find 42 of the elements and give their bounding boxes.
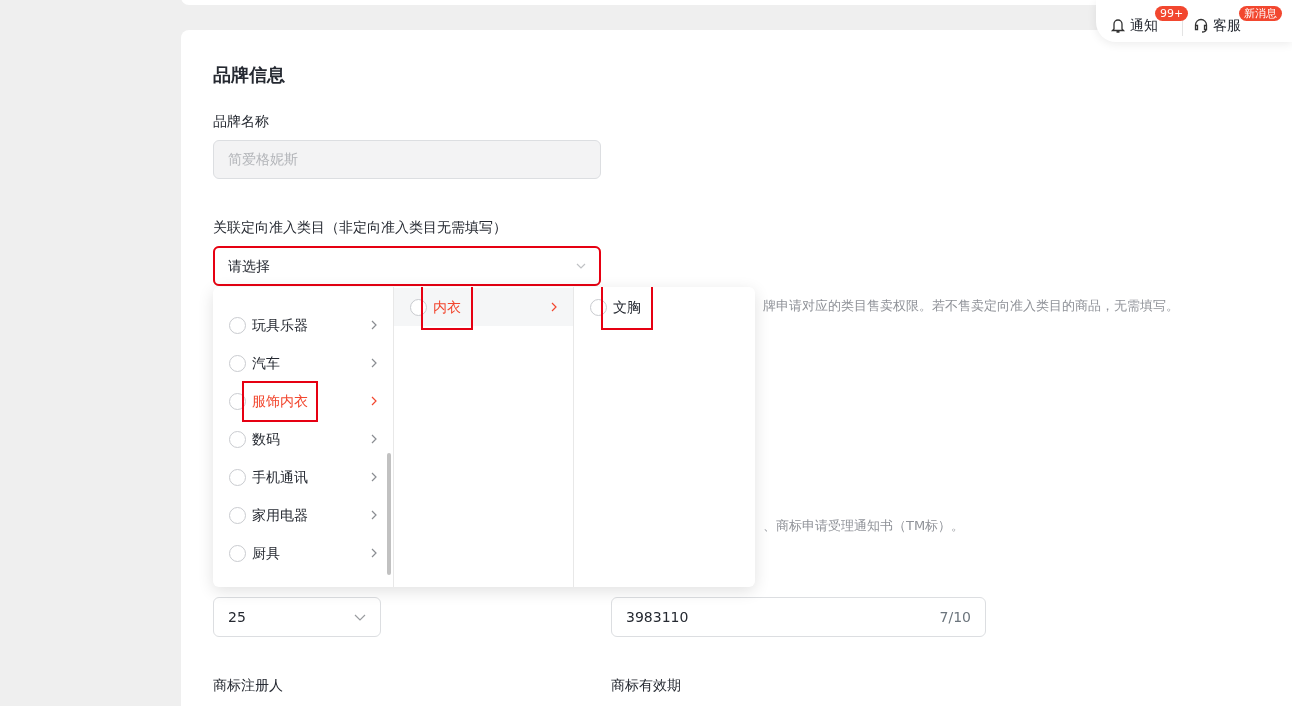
field-label: 商标注册人 [213,676,284,695]
trademark-class-select[interactable]: 25 [213,597,381,637]
chevron-right-icon [370,434,377,444]
chevron-right-icon [370,472,377,482]
chevron-down-icon [576,263,586,269]
category-select[interactable]: 请选择 [213,246,601,286]
chevron-down-icon [354,613,366,621]
category-option[interactable]: 家用电器 [213,496,393,534]
chevron-right-icon [370,396,377,406]
chevron-right-icon [551,302,558,312]
category-option[interactable]: 服饰内衣 [213,382,393,420]
support-button[interactable]: 客服 [1193,15,1241,36]
category-option[interactable]: 厨具 [213,534,393,572]
category-option[interactable]: 手机通讯 [213,458,393,496]
scrollbar[interactable] [386,453,391,575]
category-option[interactable]: 汽车 [213,344,393,382]
radio-button[interactable] [229,468,246,486]
radio-button[interactable] [229,430,246,448]
hint-text: 牌申请对应的类目售卖权限。若不售卖定向准入类目的商品，无需填写。 [763,297,1179,315]
radio-button[interactable] [229,544,246,562]
hint-text: 、商标申请受理通知书（TM标）。 [763,517,965,535]
field-label: 关联定向准入类目（非定向准入类目无需填写） [213,218,508,237]
chevron-right-icon [370,320,377,330]
bell-icon [1110,17,1126,34]
brand-name-field: 简爱格妮斯 [213,140,601,179]
category-option[interactable]: 玩具乐器 [213,306,393,344]
field-label: 品牌名称 [213,112,270,131]
trademark-number-field[interactable]: 3983110 7/10 [611,597,986,637]
chevron-right-icon [370,358,377,368]
notification-button[interactable]: 通知 [1110,15,1158,36]
count-badge: 新消息 [1239,6,1282,21]
radio-button[interactable] [229,316,246,334]
character-counter: 7/10 [939,607,971,627]
chevron-right-icon [370,548,377,558]
field-label: 商标有效期 [611,676,681,695]
headset-icon [1193,17,1209,34]
category-option[interactable]: 数码 [213,420,393,458]
radio-button[interactable] [229,506,246,524]
section-title: 品牌信息 [213,63,286,87]
radio-button[interactable] [229,354,246,372]
chevron-right-icon [370,510,377,520]
count-badge: 99+ [1155,6,1189,21]
